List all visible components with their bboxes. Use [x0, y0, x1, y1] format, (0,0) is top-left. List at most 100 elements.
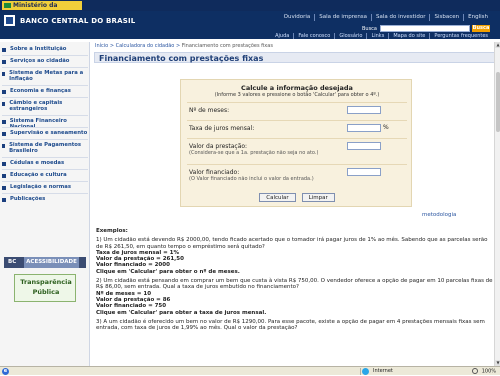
input-num-months[interactable]: [347, 106, 381, 114]
status-bar: e Internet 100%: [0, 366, 500, 375]
input-interest-rate[interactable]: [347, 124, 381, 132]
label-num-months: Nº de meses:: [189, 107, 230, 114]
sidebar-item-publicacoes[interactable]: Publicações: [2, 196, 88, 202]
sidebar-divider: [2, 139, 88, 140]
bullet-icon: [2, 72, 6, 76]
scroll-thumb[interactable]: [496, 72, 500, 132]
transparency-line-1: Transparência: [20, 278, 72, 286]
sidebar-divider: [2, 127, 88, 128]
calculator-title: Calcule a informação desejada: [241, 84, 353, 92]
search-row: Busca Busca: [361, 25, 490, 32]
sidebar-item-supervisao[interactable]: Supervisão e saneamento: [2, 130, 88, 136]
utility-links[interactable]: Links: [366, 33, 388, 39]
utility-bar: Ajuda Fale conosco Glossário Links Mapa …: [0, 33, 500, 39]
sidebar-item-label: Câmbio e capitais estrangeiros: [9, 100, 63, 112]
bullet-icon: [2, 102, 6, 106]
bullet-icon: [2, 120, 6, 124]
utility-glossario[interactable]: Glossário: [334, 33, 366, 39]
zoom-icon: [472, 368, 479, 374]
vertical-scrollbar[interactable]: ▲ ▼: [494, 42, 500, 366]
row-interest-rate: Taxa de juros mensal: %: [187, 120, 407, 138]
bullet-icon: [2, 198, 6, 202]
sidebar-item-sobre[interactable]: Sobre a Instituição: [2, 46, 88, 52]
sidebar-item-label: Sistema Financeiro Nacional: [9, 118, 67, 130]
calculate-button[interactable]: Calcular: [259, 193, 296, 202]
scroll-up-icon[interactable]: ▲: [495, 42, 500, 48]
sidebar-item-sfn[interactable]: Sistema Financeiro Nacional: [2, 118, 88, 130]
utility-fale-conosco[interactable]: Fale conosco: [293, 33, 334, 39]
methodology-link[interactable]: metodologia: [422, 212, 456, 218]
example-1-bold-4: Clique em 'Calcular' para obter o nº de …: [96, 268, 240, 275]
sidebar-item-spb[interactable]: Sistema de Pagamentos Brasileiro: [2, 142, 88, 154]
bullet-icon: [2, 186, 6, 190]
input-installment[interactable]: [347, 142, 381, 150]
ie-status-icon: e: [2, 368, 9, 375]
breadcrumb-inicio[interactable]: Início: [95, 43, 108, 49]
search-label: Busca: [361, 25, 377, 32]
zoom-control[interactable]: 100%: [472, 368, 496, 376]
sidebar-item-label: Cédulas e moedas: [10, 160, 65, 166]
sidebar-item-metas-inflacao[interactable]: Sistema de Metas para a Inflação: [2, 70, 88, 82]
nav-sisbacen[interactable]: Sisbacen: [429, 14, 463, 21]
accessibility-link[interactable]: BC ACESSIBILIDADE: [4, 257, 86, 268]
utility-ajuda[interactable]: Ajuda: [271, 33, 293, 39]
bullet-icon: [2, 174, 6, 178]
example-1: 1) Um cidadão está devendo R$ 2000,00, t…: [96, 237, 496, 275]
accessibility-prefix: BC: [8, 259, 17, 265]
brazil-flag-icon: [4, 3, 11, 8]
sidebar-item-servicos[interactable]: Serviços ao cidadão: [2, 58, 88, 64]
note-financed: (O Valor financiado não inclui o valor d…: [189, 176, 314, 182]
utility-perguntas[interactable]: Perguntas frequentes: [429, 33, 492, 39]
example-2-bold-4: Clique em 'Calcular' para obter a taxa d…: [96, 309, 267, 316]
sidebar-item-label: Economia e finanças: [10, 88, 71, 94]
sidebar-divider: [2, 169, 88, 170]
sidebar-item-educacao[interactable]: Educação e cultura: [2, 172, 88, 178]
sidebar-divider: [2, 67, 88, 68]
sidebar-item-label: Publicações: [10, 196, 46, 202]
nav-sala-investidor[interactable]: Sala do investidor: [371, 14, 429, 21]
search-input[interactable]: [380, 25, 470, 32]
sidebar-divider: [2, 55, 88, 56]
sidebar-divider: [2, 115, 88, 116]
example-2: 2) Um cidadão está pensando em comprar u…: [96, 278, 496, 316]
page-title: Financiamento com prestações fixas: [99, 54, 264, 63]
nav-ouvidoria[interactable]: Ouvidoria: [280, 14, 315, 21]
security-zone-label: Internet: [373, 368, 393, 374]
sidebar-item-legislacao[interactable]: Legislação e normas: [2, 184, 88, 190]
sidebar-item-label: Sistema de Metas para a Inflação: [9, 70, 84, 82]
sidebar-divider: [2, 181, 88, 182]
bullet-icon: [2, 144, 6, 148]
examples-title: Exemplos:: [96, 228, 128, 234]
calculator-panel: Calcule a informação desejada (Informe 3…: [180, 79, 412, 207]
nav-english[interactable]: English: [463, 14, 492, 21]
sidebar-item-economia[interactable]: Economia e finanças: [2, 88, 88, 94]
brand-title: BANCO CENTRAL DO BRASIL: [20, 17, 136, 25]
breadcrumb-calculadora[interactable]: Calculadora do cidadão: [116, 43, 175, 49]
sidebar-divider: [2, 193, 88, 194]
main-content: Início > Calculadora do cidadão > Financ…: [92, 42, 500, 375]
sidebar-divider: [2, 85, 88, 86]
transparency-banner[interactable]: Transparência Pública: [14, 274, 76, 302]
sidebar-item-cedulas[interactable]: Cédulas e moedas: [2, 160, 88, 166]
row-financed: Valor financiado: (O Valor financiado nã…: [187, 164, 407, 189]
bullet-icon: [2, 60, 6, 64]
label-financed: Valor financiado:: [189, 169, 240, 176]
utility-mapa-site[interactable]: Mapa do site: [388, 33, 429, 39]
security-zone: Internet: [360, 368, 428, 375]
example-2-text: 2) Um cidadão está pensando em comprar u…: [96, 278, 493, 291]
input-financed[interactable]: [347, 168, 381, 176]
top-bar: Ministério da Fazenda: [0, 0, 500, 18]
ministry-badge[interactable]: Ministério da Fazenda: [2, 1, 82, 18]
sidebar-item-cambio[interactable]: Câmbio e capitais estrangeiros: [2, 100, 88, 112]
top-nav: Ouvidoria Sala de imprensa Sala do inves…: [280, 14, 492, 21]
clear-button[interactable]: Limpar: [301, 193, 335, 202]
interest-percent-unit: %: [383, 124, 389, 131]
breadcrumb: Início > Calculadora do cidadão > Financ…: [95, 43, 273, 49]
search-button[interactable]: Busca: [472, 25, 490, 32]
examples-section: Exemplos: 1) Um cidadão está devendo R$ …: [96, 228, 496, 331]
sidebar-divider: [2, 157, 88, 158]
sidebar-item-label: Supervisão e saneamento: [10, 130, 88, 136]
nav-sala-imprensa[interactable]: Sala de imprensa: [314, 14, 371, 21]
utility-links: Ajuda Fale conosco Glossário Links Mapa …: [271, 33, 492, 39]
sidebar-divider: [2, 97, 88, 98]
